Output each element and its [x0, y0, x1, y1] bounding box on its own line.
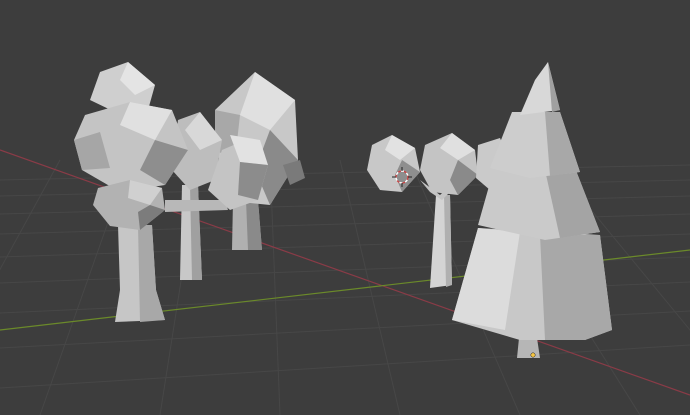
viewport-canvas[interactable]: [0, 0, 690, 415]
low-poly-pine-tree[interactable]: [452, 62, 612, 358]
3d-viewport[interactable]: [0, 0, 690, 415]
origin-point-icon[interactable]: [530, 352, 536, 358]
